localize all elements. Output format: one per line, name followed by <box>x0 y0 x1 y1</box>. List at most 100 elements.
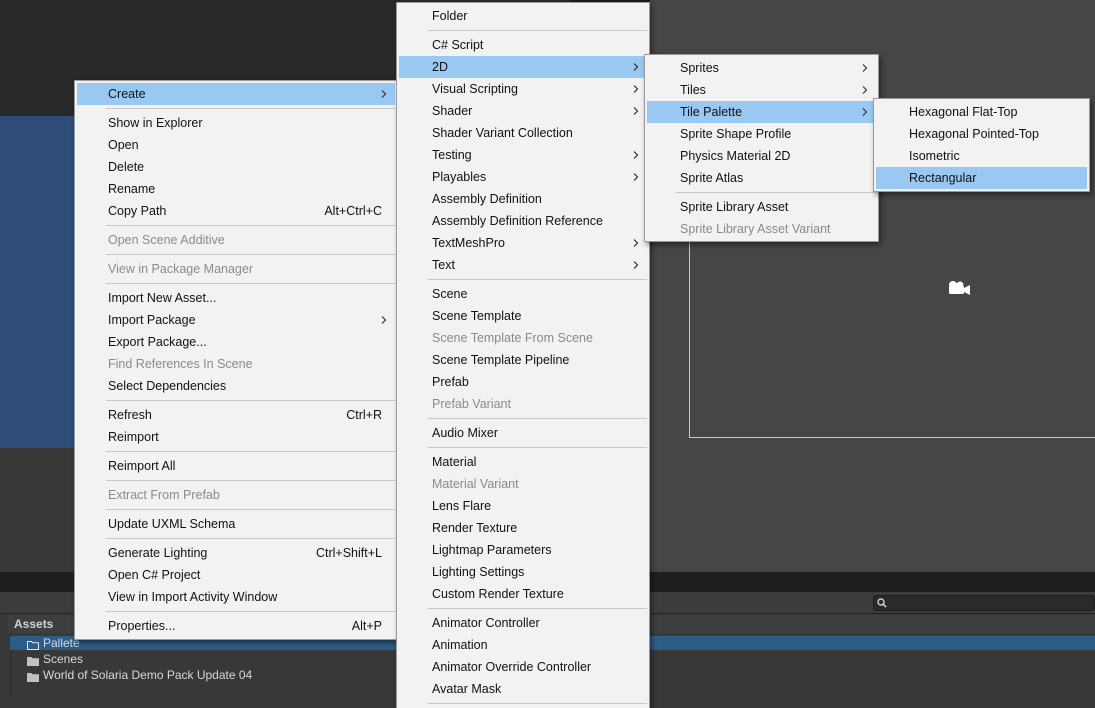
menu-item-tile-palette[interactable]: Tile Palette <box>647 101 876 123</box>
folder-item-world-of-solaria[interactable]: World of Solaria Demo Pack Update 04 <box>27 667 252 683</box>
menu-item-label: View in Import Activity Window <box>108 590 278 604</box>
menu-item-lens-flare[interactable]: Lens Flare <box>399 495 647 517</box>
menu-item-lightmap-parameters[interactable]: Lightmap Parameters <box>399 539 647 561</box>
menu-item-testing[interactable]: Testing <box>399 144 647 166</box>
menu-item-assembly-definition-reference[interactable]: Assembly Definition Reference <box>399 210 647 232</box>
shortcut-label: Alt+P <box>351 619 382 633</box>
menu-item-open-scene-additive: Open Scene Additive <box>77 229 395 251</box>
menu-item-update-uxml-schema[interactable]: Update UXML Schema <box>77 513 395 535</box>
menu-item-rectangular[interactable]: Rectangular <box>876 167 1087 189</box>
menu-item-label: Reimport All <box>108 459 176 473</box>
menu-item-label: Show in Explorer <box>108 116 203 130</box>
menu-item-select-dependencies[interactable]: Select Dependencies <box>77 375 395 397</box>
menu-item-generate-lighting[interactable]: Generate Lighting Ctrl+Shift+L <box>77 542 395 564</box>
menu-item-label: Material <box>432 455 477 469</box>
menu-item-scene-template[interactable]: Scene Template <box>399 305 647 327</box>
menu-item-delete[interactable]: Delete <box>77 156 395 178</box>
menu-item-custom-render-texture[interactable]: Custom Render Texture <box>399 583 647 605</box>
folder-icon <box>27 654 39 666</box>
menu-item-open-c-project[interactable]: Open C# Project <box>77 564 395 586</box>
menu-item-show-in-explorer[interactable]: Show in Explorer <box>77 112 395 134</box>
menu-item-hexagonal-flat-top[interactable]: Hexagonal Flat-Top <box>876 101 1087 123</box>
menu-separator <box>106 108 395 109</box>
camera-frame <box>689 228 1095 438</box>
menu-item-rename[interactable]: Rename <box>77 178 395 200</box>
menu-item-isometric[interactable]: Isometric <box>876 145 1087 167</box>
menu-item-import-new-asset[interactable]: Import New Asset... <box>77 287 395 309</box>
menu-item-material-variant: Material Variant <box>399 473 647 495</box>
menu-item-folder[interactable]: Folder <box>399 5 647 27</box>
menu-item-hexagonal-pointed-top[interactable]: Hexagonal Pointed-Top <box>876 123 1087 145</box>
menu-item-reimport-all[interactable]: Reimport All <box>77 455 395 477</box>
menu-item-sprite-shape-profile[interactable]: Sprite Shape Profile <box>647 123 876 145</box>
menu-item-physics-material-2d[interactable]: Physics Material 2D <box>647 145 876 167</box>
shortcut-label: Alt+Ctrl+C <box>324 204 382 218</box>
menu-item-scene-template-pipeline[interactable]: Scene Template Pipeline <box>399 349 647 371</box>
menu-item-view-in-import-activity-window[interactable]: View in Import Activity Window <box>77 586 395 608</box>
menu-item-assembly-definition[interactable]: Assembly Definition <box>399 188 647 210</box>
menu-item-audio-mixer[interactable]: Audio Mixer <box>399 422 647 444</box>
menu-item-import-package[interactable]: Import Package <box>77 309 395 331</box>
menu-item-label: Rectangular <box>909 171 977 185</box>
menu-item-sprite-atlas[interactable]: Sprite Atlas <box>647 167 876 189</box>
menu-item-export-package[interactable]: Export Package... <box>77 331 395 353</box>
menu-item-sprite-library-asset[interactable]: Sprite Library Asset <box>647 196 876 218</box>
menu-item-text[interactable]: Text <box>399 254 647 276</box>
camera-icon[interactable] <box>944 279 972 297</box>
menu-item-tiles[interactable]: Tiles <box>647 79 876 101</box>
menu-item-label: Testing <box>432 148 472 162</box>
menu-item-avatar-mask[interactable]: Avatar Mask <box>399 678 647 700</box>
menu-item-label: Animation <box>432 638 488 652</box>
menu-item-label: Rename <box>108 182 156 196</box>
menu-separator <box>106 283 395 284</box>
folder-label: Scenes <box>43 652 84 666</box>
menu-item-2d[interactable]: 2D <box>399 56 647 78</box>
menu-item-label: 2D <box>432 60 448 74</box>
menu-item-open[interactable]: Open <box>77 134 395 156</box>
2d-submenu: Sprites Tiles Tile Palette Sprite Shape Pro… <box>644 54 879 242</box>
menu-separator <box>106 225 395 226</box>
menu-separator <box>106 611 395 612</box>
menu-item-reimport[interactable]: Reimport <box>77 426 395 448</box>
menu-item-animator-override-controller[interactable]: Animator Override Controller <box>399 656 647 678</box>
menu-item-shader[interactable]: Shader <box>399 100 647 122</box>
menu-item-sprites[interactable]: Sprites <box>647 57 876 79</box>
menu-item-render-texture[interactable]: Render Texture <box>399 517 647 539</box>
menu-item-label: Export Package... <box>108 335 207 349</box>
menu-item-scene[interactable]: Scene <box>399 283 647 305</box>
menu-item-label: Sprite Library Asset <box>680 200 789 214</box>
menu-item-material[interactable]: Material <box>399 451 647 473</box>
folder-item-pallete[interactable]: Pallete <box>27 635 80 651</box>
menu-item-label: Create <box>108 87 146 101</box>
menu-item-animation[interactable]: Animation <box>399 634 647 656</box>
menu-item-label: Physics Material 2D <box>680 149 791 163</box>
menu-item-label: Reimport <box>108 430 159 444</box>
menu-item-refresh[interactable]: Refresh Ctrl+R <box>77 404 395 426</box>
search-icon <box>876 597 888 609</box>
menu-item-copy-path[interactable]: Copy Path Alt+Ctrl+C <box>77 200 395 222</box>
menu-item-properties[interactable]: Properties... Alt+P <box>77 615 395 637</box>
menu-item-label: Tile Palette <box>680 105 743 119</box>
menu-item-label: Sprites <box>680 61 719 75</box>
menu-separator <box>676 192 876 193</box>
folder-label: World of Solaria Demo Pack Update 04 <box>43 668 253 682</box>
menu-item-label: Sprite Atlas <box>680 171 744 185</box>
menu-item-shader-variant-collection[interactable]: Shader Variant Collection <box>399 122 647 144</box>
folder-item-scenes[interactable]: Scenes <box>27 651 83 667</box>
folder-icon <box>27 638 39 650</box>
menu-item-animator-controller[interactable]: Animator Controller <box>399 612 647 634</box>
menu-item-label: Properties... <box>108 619 176 633</box>
menu-item-textmeshpro[interactable]: TextMeshPro <box>399 232 647 254</box>
menu-item-label: Sprite Library Asset Variant <box>680 222 831 236</box>
menu-item-label: Open Scene Additive <box>108 233 225 247</box>
menu-item-lighting-settings[interactable]: Lighting Settings <box>399 561 647 583</box>
menu-item-playables[interactable]: Playables <box>399 166 647 188</box>
menu-item-create[interactable]: Create <box>77 83 395 105</box>
menu-item-prefab[interactable]: Prefab <box>399 371 647 393</box>
menu-item-label: Hexagonal Pointed-Top <box>909 127 1039 141</box>
search-input[interactable] <box>873 595 1095 611</box>
menu-separator <box>428 447 647 448</box>
menu-item-label: Import New Asset... <box>108 291 217 305</box>
menu-item-visual-scripting[interactable]: Visual Scripting <box>399 78 647 100</box>
menu-item-c-script[interactable]: C# Script <box>399 34 647 56</box>
